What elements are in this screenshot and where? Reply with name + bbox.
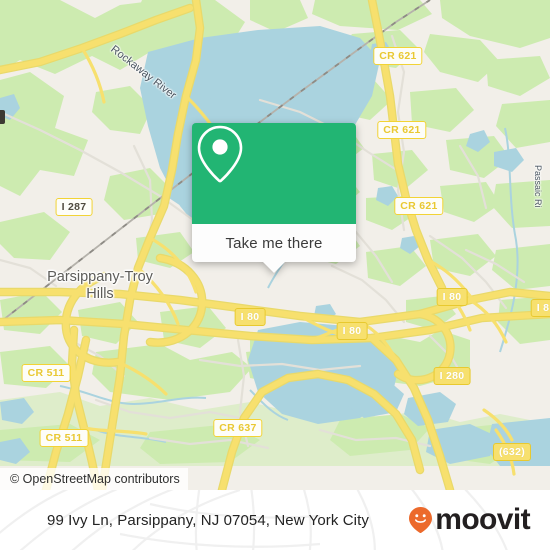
moovit-brand[interactable]: moovit [409, 503, 531, 536]
shield-cr-637[interactable]: CR 637 [213, 419, 263, 437]
take-me-there-label: Take me there [225, 234, 323, 252]
popup-tail [263, 262, 285, 273]
shield-i-80-center[interactable]: I 80 [336, 322, 368, 340]
shield-i-80-edge[interactable]: I 8 [530, 299, 550, 317]
place-label-parsippany-troy-hills: Parsippany-Troy Hills [47, 269, 153, 302]
popup-pin-panel [192, 123, 356, 224]
shield-cr-621-mid[interactable]: CR 621 [377, 121, 427, 139]
location-pin-icon [197, 125, 243, 183]
osm-attribution[interactable]: © OpenStreetMap contributors [0, 468, 188, 490]
shield-i-287[interactable]: I 287 [55, 198, 93, 216]
popup-action-bar[interactable]: Take me there [192, 224, 356, 262]
shield-i-80-west[interactable]: I 80 [234, 308, 266, 326]
shield-i-80-east[interactable]: I 80 [436, 288, 468, 306]
shield-cr-621-north[interactable]: CR 621 [373, 47, 423, 65]
map-canvas[interactable]: Parsippany-Troy Hills Rockaway River Pas… [0, 0, 550, 490]
shield-edge-partial [0, 110, 5, 124]
address-label: 99 Ivy Ln, Parsippany, NJ 07054, New Yor… [47, 511, 369, 529]
shield-route-632[interactable]: (632) [492, 443, 532, 461]
moovit-wordmark: moovit [435, 503, 530, 536]
take-me-there-popup[interactable]: Take me there [192, 123, 356, 273]
shield-cr-621-south[interactable]: CR 621 [394, 197, 444, 215]
moovit-smiley-pin-icon [409, 507, 433, 533]
moovit-map-screen: Parsippany-Troy Hills Rockaway River Pas… [0, 0, 550, 550]
shield-cr-511-south[interactable]: CR 511 [39, 429, 89, 447]
osm-attribution-text: © OpenStreetMap contributors [10, 472, 180, 486]
shield-i-280[interactable]: I 280 [433, 367, 471, 385]
footer-bar: 99 Ivy Ln, Parsippany, NJ 07054, New Yor… [0, 490, 550, 550]
shield-cr-511-north[interactable]: CR 511 [21, 364, 71, 382]
water-label-passaic-river: Passaic Ri [533, 165, 543, 208]
